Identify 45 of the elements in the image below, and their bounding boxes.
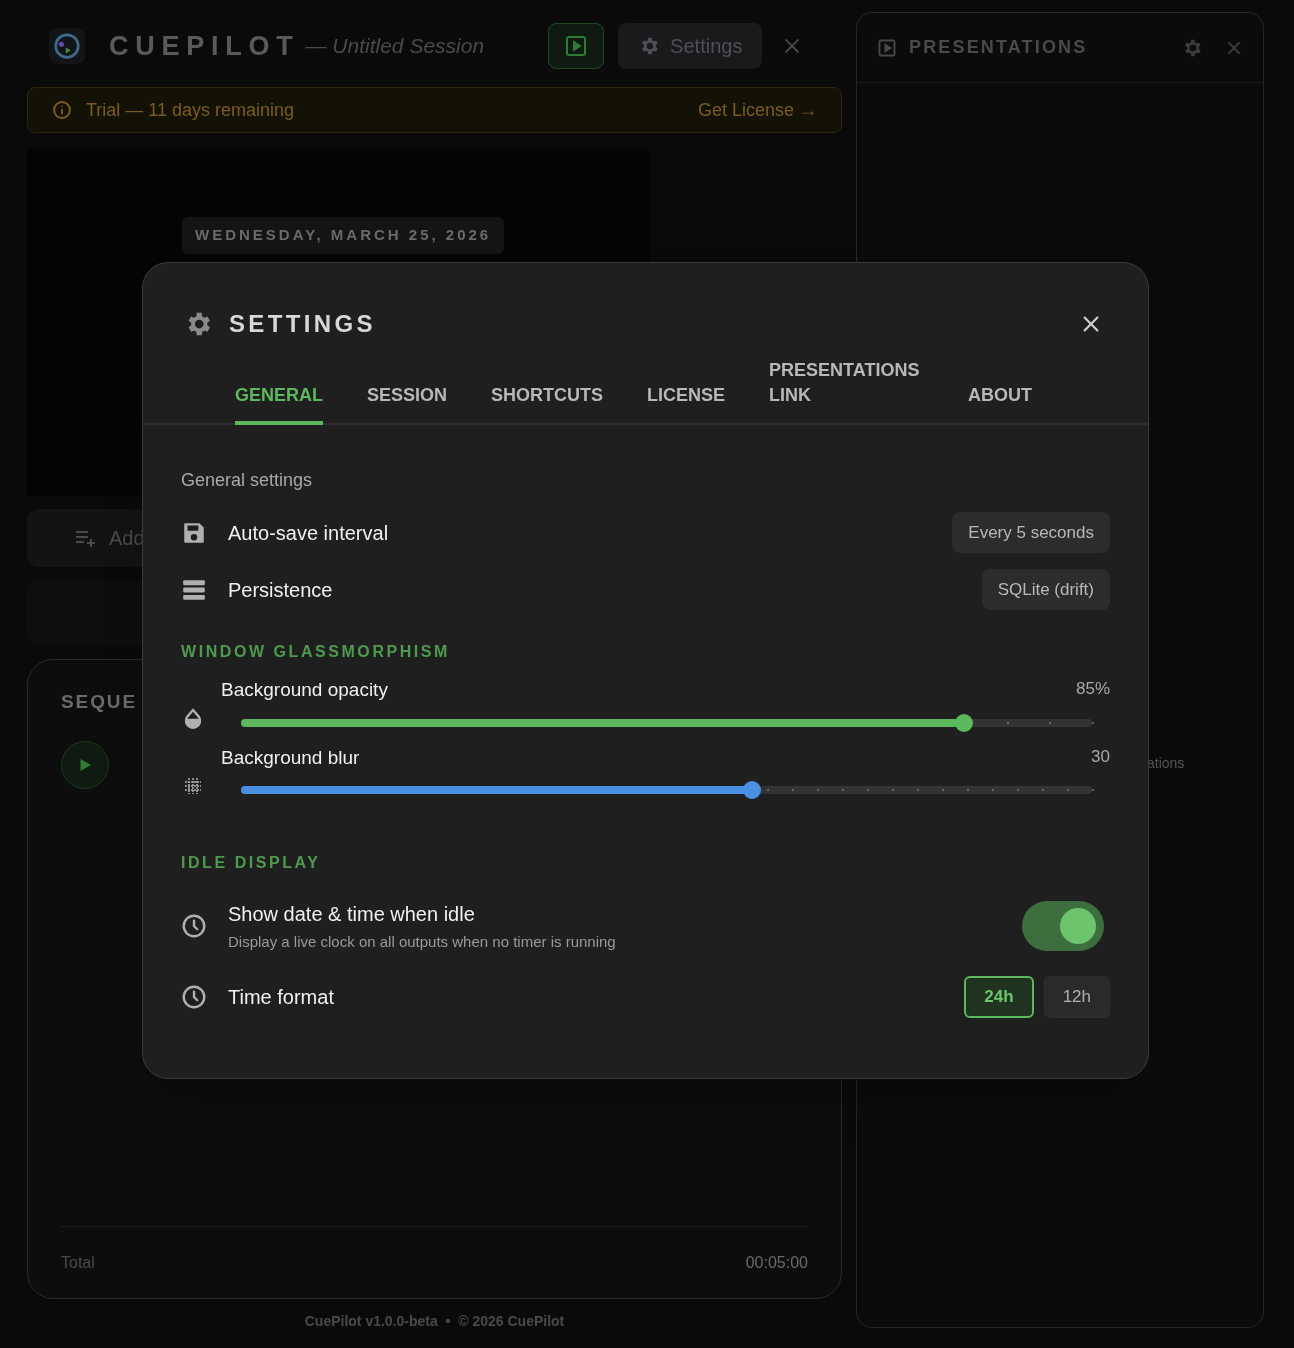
toggle-switch[interactable]: [1022, 901, 1104, 952]
slider-label: Background blur: [221, 745, 360, 770]
clock-icon: [181, 913, 207, 940]
slider-thumb[interactable]: [955, 713, 974, 732]
settings-tab[interactable]: LICENSE: [647, 383, 726, 425]
slider-value: 85%: [1075, 678, 1110, 700]
trial-text: Trial — 11 days remaining: [86, 98, 295, 122]
format-option[interactable]: 24h: [964, 975, 1034, 1018]
play-icon: [877, 37, 897, 58]
setting-description: Display a live clock on all outputs when no timer is running: [228, 932, 616, 952]
settings-tab[interactable]: SESSION: [367, 383, 448, 425]
settings-tab[interactable]: PRESENTATIONS LINK: [769, 358, 925, 425]
setting-label: Show date & time when idle: [228, 902, 476, 927]
play-icon: [564, 34, 589, 58]
app-logo-icon: [49, 28, 85, 64]
date-label: WEDNESDAY, MARCH 25, 2026: [182, 217, 505, 254]
total-duration: 00:05:00: [745, 1252, 808, 1273]
info-icon: [52, 100, 72, 120]
section-heading: WINDOW GLASSMORPHISM: [181, 642, 451, 662]
app-name: CUEPILOT: [109, 29, 300, 63]
total-label: Total: [61, 1252, 95, 1273]
settings-tab[interactable]: SHORTCUTS: [491, 383, 604, 425]
footer-text: CuePilot v1.0.0-beta • © 2026 CuePilot: [304, 1312, 565, 1331]
present-button[interactable]: [548, 23, 605, 69]
setting-label: Auto-save interval: [228, 520, 389, 546]
empty-hint: ations: [1147, 755, 1185, 771]
format-option[interactable]: 12h: [1043, 975, 1110, 1018]
clock-icon: [181, 983, 207, 1010]
close-button[interactable]: [1080, 313, 1102, 335]
slider-thumb[interactable]: [742, 781, 761, 799]
setting-value: SQLite (drift): [981, 568, 1110, 611]
dialog-title: SETTINGS: [229, 309, 376, 339]
section-heading: IDLE DISPLAY: [181, 853, 322, 873]
setting-value: Every 5 seconds: [952, 511, 1110, 554]
settings-tab[interactable]: ABOUT: [968, 383, 1033, 425]
section-heading: General settings: [181, 469, 314, 492]
session-name: — Untitled Session: [305, 33, 485, 60]
setting-label: Time format: [228, 984, 334, 1010]
setting-label: Persistence: [228, 577, 333, 603]
slider-value: 30: [1091, 745, 1110, 768]
settings-tab[interactable]: GENERAL: [235, 383, 323, 425]
play-button[interactable]: [61, 740, 109, 789]
sequence-title: SEQUE: [61, 690, 138, 714]
slider-label: Background opacity: [221, 678, 388, 702]
panel-title: PRESENTATIONS: [909, 36, 1088, 59]
